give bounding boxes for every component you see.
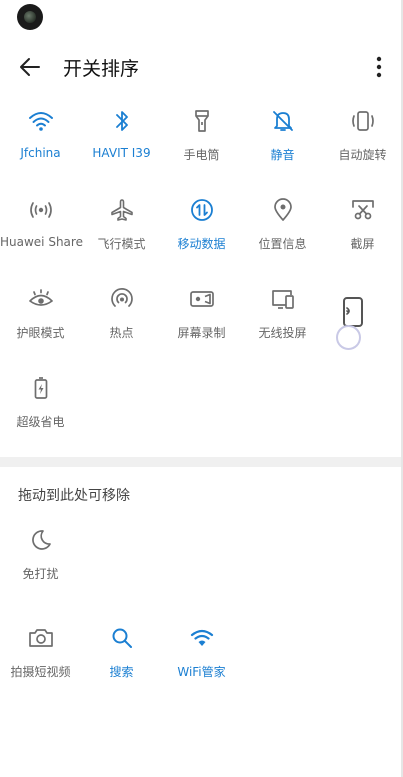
screen-record-icon: [189, 286, 215, 312]
more-vertical-icon: [376, 56, 382, 78]
back-button[interactable]: [14, 51, 46, 83]
tile-location[interactable]: 位置信息: [242, 197, 323, 277]
wifi-manager-icon: [189, 625, 215, 651]
hotspot-icon: [109, 286, 135, 312]
tile-label: 手电筒: [183, 148, 220, 162]
tile-label: 截屏: [350, 237, 375, 251]
tile-label: 搜索: [109, 665, 134, 679]
tile-label: WiFi管家: [177, 665, 226, 679]
section-divider: [0, 457, 403, 467]
status-bar: [0, 0, 403, 32]
bluetooth-icon: [109, 108, 135, 134]
front-camera: [17, 4, 43, 30]
mobile-data-icon: [189, 197, 215, 223]
tile-airplane-mode[interactable]: 飞行模式: [81, 197, 162, 277]
tile-label: 静音: [270, 148, 295, 162]
tile-label: 无线投屏: [258, 326, 307, 340]
tile-ultra-power-saving[interactable]: 超级省电: [0, 375, 81, 455]
tile-label: 免打扰: [22, 567, 59, 581]
tile-wifi[interactable]: Jfchina: [0, 108, 81, 188]
location-icon: [270, 197, 296, 223]
tile-eye-comfort[interactable]: 护眼模式: [0, 286, 81, 366]
screenshot-icon: [350, 197, 376, 223]
tile-hotspot[interactable]: 热点: [81, 286, 162, 366]
search-icon: [109, 625, 135, 651]
tile-screen-record[interactable]: 屏幕录制: [161, 286, 242, 366]
tile-huawei-share[interactable]: Huawei Share: [0, 197, 83, 277]
tile-label: 屏幕录制: [177, 326, 226, 340]
tile-mobile-data[interactable]: 移动数据: [161, 197, 242, 277]
wifi-icon: [28, 108, 54, 134]
more-options-button[interactable]: [364, 51, 394, 83]
tile-label: 超级省电: [16, 415, 65, 429]
page-title: 开关排序: [63, 58, 140, 80]
tile-label: 位置信息: [258, 237, 307, 251]
tile-silent[interactable]: 静音: [242, 108, 323, 188]
tile-label: Jfchina: [20, 146, 61, 160]
tile-label: Huawei Share: [0, 235, 83, 249]
tile-label: 热点: [109, 326, 134, 340]
eye-comfort-icon: [28, 286, 54, 312]
auto-rotate-icon: [350, 108, 376, 134]
tile-label: HAVIT I39: [92, 146, 151, 160]
flashlight-icon: [189, 108, 215, 134]
tile-label: 护眼模式: [16, 326, 65, 340]
tile-label: 拍摄短视频: [10, 665, 71, 679]
removable-section-title: 拖动到此处可移除: [18, 488, 130, 504]
tile-short-video[interactable]: 拍摄短视频: [0, 625, 81, 705]
tile-label: 移动数据: [177, 237, 226, 251]
tile-search[interactable]: 搜索: [81, 625, 162, 705]
header: 开关排序: [0, 44, 403, 90]
ultra-power-saving-icon: [28, 375, 54, 401]
moon-icon: [28, 527, 54, 553]
huawei-share-icon: [28, 197, 54, 223]
drag-touch-indicator: [336, 325, 361, 350]
tile-bluetooth[interactable]: HAVIT I39: [81, 108, 162, 188]
tile-do-not-disturb[interactable]: 免打扰: [0, 527, 81, 607]
tile-label: 飞行模式: [97, 237, 146, 251]
tile-wireless-projection[interactable]: 无线投屏: [242, 286, 323, 366]
airplane-icon: [109, 197, 135, 223]
camera-icon: [28, 625, 54, 651]
tile-wifi-manager[interactable]: WiFi管家: [161, 625, 242, 705]
tile-screenshot[interactable]: 截屏: [322, 197, 403, 277]
arrow-left-icon: [20, 58, 40, 76]
wireless-projection-icon: [270, 286, 296, 312]
tile-auto-rotate[interactable]: 自动旋转: [322, 108, 403, 188]
tile-label: 自动旋转: [338, 148, 387, 162]
tile-flashlight[interactable]: 手电筒: [161, 108, 242, 188]
bell-off-icon: [270, 108, 296, 134]
